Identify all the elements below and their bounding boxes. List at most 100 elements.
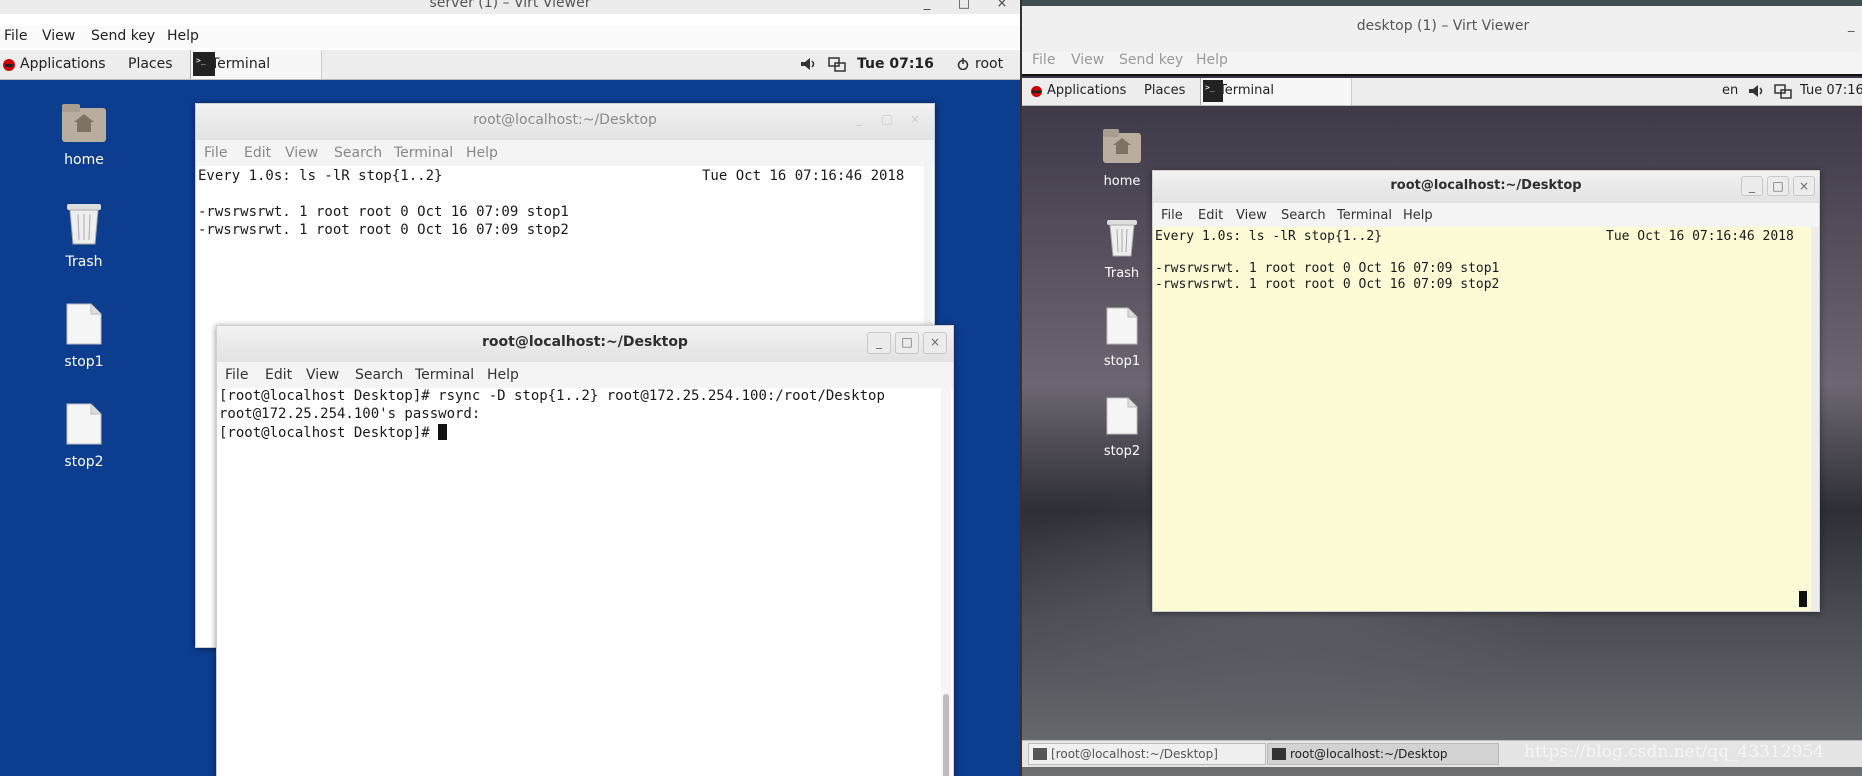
minimize-icon[interactable]: _	[1848, 18, 1855, 33]
desktop-icon-trash[interactable]: Trash	[34, 200, 134, 270]
svg-text:>_: >_	[196, 56, 206, 65]
places-menu[interactable]: Places	[128, 56, 173, 72]
window-list-taskbar: [root@localhost:~/Desktop] root@localhos…	[1022, 740, 1862, 767]
taskbar-item[interactable]: [root@localhost:~/Desktop]	[1028, 743, 1266, 765]
server-virt-viewer-window: server (1) – Virt Viewer _ □ × File View…	[0, 0, 1020, 776]
desktop-icon-stop2[interactable]: stop2	[34, 402, 134, 470]
terminal-menubar: File Edit View Search Terminal Help	[217, 362, 953, 388]
menu-view[interactable]: View	[1236, 208, 1267, 223]
terminal-tab-label: Terminal	[211, 56, 271, 72]
menu-file[interactable]: File	[1161, 208, 1183, 223]
network-icon[interactable]	[1774, 84, 1792, 100]
file-icon	[66, 403, 102, 445]
menu-help[interactable]: Help	[1196, 52, 1228, 68]
desktop-viewer-menubar: File View Send key Help	[1022, 52, 1862, 74]
minimize-icon[interactable]: _	[848, 110, 870, 130]
watch-timestamp: Tue Oct 16 07:16:46 2018	[1606, 229, 1794, 244]
file-icon	[1106, 307, 1138, 345]
maximize-icon[interactable]: □	[956, 0, 972, 11]
close-icon[interactable]: ×	[1793, 176, 1815, 196]
watch-terminal-window[interactable]: root@localhost:~/Desktop _ □ × File Edit…	[1152, 170, 1820, 612]
applications-menu[interactable]: Applications	[20, 56, 106, 72]
terminal-menubar: File Edit View Search Terminal Help	[196, 140, 934, 166]
menu-terminal[interactable]: Terminal	[394, 145, 453, 161]
minimize-icon[interactable]: _	[919, 0, 935, 11]
clock[interactable]: Tue 07:16	[1800, 83, 1862, 98]
desktop-icon-label: home	[64, 152, 104, 168]
window-titlebar[interactable]: root@localhost:~/Desktop _ □ ×	[217, 326, 953, 363]
rsync-terminal-window[interactable]: root@localhost:~/Desktop _ □ × File Edit…	[216, 325, 954, 776]
password-prompt: root@172.25.254.100's password:	[219, 406, 481, 422]
places-menu[interactable]: Places	[1144, 83, 1185, 98]
watermark: https://blog.csdn.net/qq_43312954	[1524, 742, 1825, 762]
text-cursor	[438, 424, 448, 440]
menu-terminal[interactable]: Terminal	[415, 367, 474, 383]
power-icon[interactable]	[956, 58, 970, 70]
applications-menu[interactable]: Applications	[1047, 83, 1126, 98]
menu-help[interactable]: Help	[487, 367, 519, 383]
minimize-icon[interactable]: _	[867, 332, 891, 354]
close-icon[interactable]: ×	[904, 110, 926, 130]
menu-help[interactable]: Help	[466, 145, 498, 161]
menu-edit[interactable]: Edit	[1198, 208, 1223, 223]
terminal-app-tab[interactable]: >_ Terminal	[1200, 78, 1352, 105]
scrollbar[interactable]	[1811, 227, 1819, 611]
scrollbar[interactable]	[941, 388, 951, 776]
watch-header: Every 1.0s: ls -lR stop{1..2}	[1155, 229, 1382, 244]
terminal-app-tab[interactable]: >_ Terminal	[190, 50, 322, 79]
window-titlebar[interactable]: root@localhost:~/Desktop _ □ ×	[1153, 171, 1819, 204]
desktop-virt-viewer-window: desktop (1) – Virt Viewer _ File View Se…	[1020, 0, 1862, 776]
menu-view[interactable]: View	[1071, 52, 1104, 68]
language-indicator[interactable]: en	[1722, 83, 1738, 98]
server-vm-display[interactable]: Applications Places >_ Terminal Tue 07:1…	[0, 50, 1020, 776]
output-line: -rwsrwsrwt. 1 root root 0 Oct 16 07:09 s…	[1155, 277, 1500, 292]
menu-search[interactable]: Search	[1281, 208, 1326, 223]
menu-search[interactable]: Search	[334, 145, 382, 161]
scrollbar-thumb[interactable]	[943, 694, 949, 776]
desktop-icon-home[interactable]: home	[34, 100, 134, 168]
menu-file[interactable]: File	[225, 367, 248, 383]
menu-view[interactable]: View	[306, 367, 339, 383]
close-icon[interactable]: ×	[923, 332, 947, 354]
trash-icon	[67, 204, 101, 245]
maximize-icon[interactable]: □	[895, 332, 919, 354]
trash-icon	[1107, 220, 1137, 257]
taskbar-item-active[interactable]: root@localhost:~/Desktop	[1267, 743, 1499, 765]
menu-edit[interactable]: Edit	[244, 145, 271, 161]
window-title: root@localhost:~/Desktop	[473, 112, 657, 128]
menu-search[interactable]: Search	[355, 367, 403, 383]
maximize-icon[interactable]: □	[1767, 176, 1789, 196]
minimize-icon[interactable]: _	[1741, 176, 1763, 196]
menu-send-key[interactable]: Send key	[1119, 52, 1183, 68]
desktop-icon-stop1[interactable]: stop1	[34, 302, 134, 370]
clock[interactable]: Tue 07:16	[857, 56, 934, 72]
menu-edit[interactable]: Edit	[265, 367, 292, 383]
menu-terminal[interactable]: Terminal	[1337, 208, 1392, 223]
user-menu[interactable]: root	[975, 56, 1003, 72]
maximize-icon[interactable]: □	[876, 110, 898, 130]
menu-view[interactable]: View	[42, 28, 75, 44]
menu-file[interactable]: File	[204, 145, 227, 161]
output-line: -rwsrwsrwt. 1 root root 0 Oct 16 07:09 s…	[1155, 261, 1500, 276]
terminal-output[interactable]: [root@localhost Desktop]# rsync -D stop{…	[217, 388, 953, 776]
menu-help[interactable]: Help	[167, 28, 199, 44]
terminal-icon	[1033, 748, 1047, 760]
desktop-viewer-title: desktop (1) – Virt Viewer	[1356, 18, 1530, 34]
network-icon[interactable]	[828, 57, 846, 73]
menu-file[interactable]: File	[4, 28, 27, 44]
menu-send-key[interactable]: Send key	[91, 28, 155, 44]
volume-icon[interactable]	[800, 57, 816, 71]
svg-text:>_: >_	[1205, 83, 1215, 92]
close-icon[interactable]: ×	[994, 0, 1010, 11]
home-folder-icon	[1103, 129, 1141, 163]
output-line: -rwsrwsrwt. 1 root root 0 Oct 16 07:09 s…	[198, 204, 569, 220]
menu-view[interactable]: View	[285, 145, 318, 161]
menu-file[interactable]: File	[1032, 52, 1055, 68]
terminal-output[interactable]: Every 1.0s: ls -lR stop{1..2} Tue Oct 16…	[1153, 227, 1819, 611]
menu-help[interactable]: Help	[1403, 208, 1433, 223]
terminal-tab-label: Terminal	[1219, 83, 1274, 98]
volume-icon[interactable]	[1748, 84, 1764, 98]
desktop-vm-display[interactable]: Applications Places >_ Terminal en Tue 0…	[1022, 76, 1862, 776]
window-titlebar[interactable]: root@localhost:~/Desktop _ □ ×	[196, 104, 934, 141]
output-line: -rwsrwsrwt. 1 root root 0 Oct 16 07:09 s…	[198, 222, 569, 238]
